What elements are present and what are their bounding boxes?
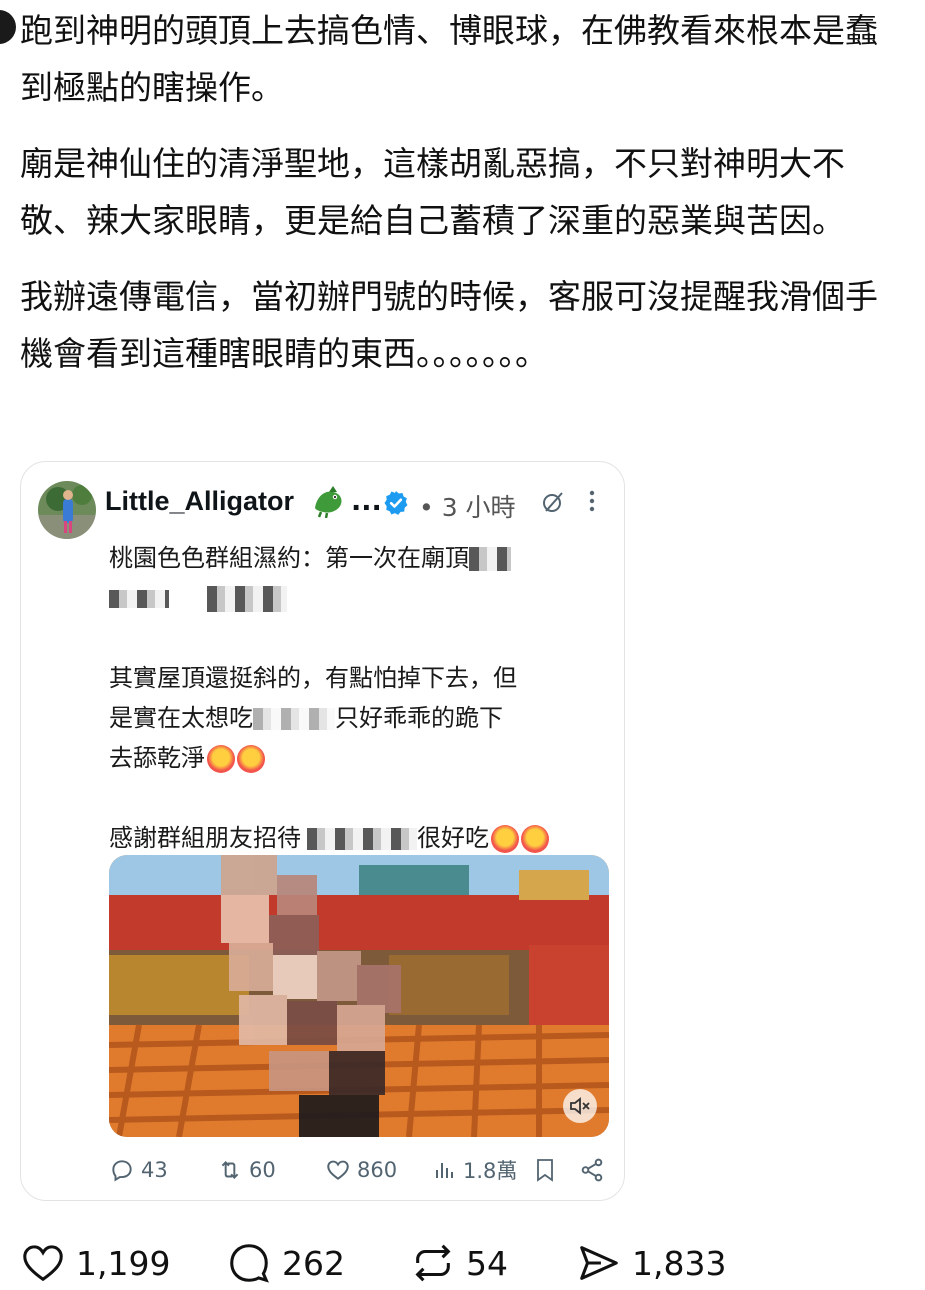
text-line-3a: 其實屋頂還挺斜的，有點怕掉下去，但: [109, 664, 517, 692]
text-line-3b: 是實在太想吃 只好乖乖的跪下: [109, 704, 503, 732]
embedded-post-text: 桃園色色群組濕約：第一次在廟頂 其實屋頂還挺斜的，有點怕掉下去，但 是實在太想吃…: [109, 538, 609, 858]
bookmark-action[interactable]: [533, 1152, 557, 1188]
censored-blur: [253, 708, 335, 730]
repost-icon: [415, 1244, 451, 1282]
share-count: 1,833: [632, 1243, 727, 1283]
hot-face-emoji-icon: [237, 745, 265, 773]
comment-button[interactable]: 262: [226, 1240, 345, 1286]
grok-icon[interactable]: [541, 490, 565, 514]
repost-action[interactable]: 60: [217, 1152, 276, 1188]
text-line-blank: [109, 618, 609, 658]
reply-action[interactable]: 43: [109, 1152, 168, 1188]
author-avatar-edge[interactable]: [0, 10, 16, 44]
share-action[interactable]: [579, 1152, 605, 1188]
censored-blur: [469, 547, 511, 571]
comment-count: 262: [282, 1243, 345, 1283]
video-media[interactable]: [109, 855, 609, 1137]
more-options-icon[interactable]: [587, 488, 597, 514]
text-line-1: 桃園色色群組濕約：第一次在廟頂: [109, 538, 609, 578]
hot-face-emoji-icon: [521, 825, 549, 853]
send-icon: [580, 1246, 618, 1280]
post-action-bar: 1,199 262 54 1,833: [20, 1240, 920, 1290]
post-paragraph-3: 我辦遠傳電信，當初辦門號的時候，客服可沒提醒我滑個手機會看到這種瞎眼睛的東西。。…: [20, 277, 878, 373]
like-button[interactable]: 1,199: [20, 1240, 170, 1286]
censored-blur: [307, 828, 417, 850]
hot-face-emoji-icon: [491, 825, 519, 853]
temple-roof-scene: [109, 855, 609, 1137]
text-line-blank-2: [109, 778, 609, 818]
like-count: 1,199: [76, 1243, 171, 1283]
repost-button[interactable]: 54: [410, 1240, 508, 1286]
like-action[interactable]: 860: [325, 1152, 397, 1188]
verified-badge-icon: [384, 491, 408, 515]
mute-button[interactable]: [563, 1089, 597, 1123]
reply-icon: [112, 1160, 132, 1182]
post-body: 跑到神明的頭頂上去搞色情、博眼球，在佛教看來根本是蠢到極點的瞎操作。 廟是神仙住…: [20, 2, 900, 401]
views-count: 1.8萬: [463, 1159, 518, 1183]
embedded-author-avatar[interactable]: [38, 481, 96, 539]
crocodile-emoji-icon: [315, 486, 342, 518]
share-button[interactable]: 1,833: [576, 1240, 726, 1286]
post-time: • 3 小時: [419, 493, 516, 522]
name-ellipsis: ...: [351, 486, 382, 517]
views-chart-icon: [436, 1163, 453, 1178]
censored-blur: [109, 590, 169, 608]
embedded-author-name[interactable]: Little_Alligator: [105, 486, 294, 517]
text-line-3c: 去舔乾淨: [109, 738, 609, 778]
text-line-2: [109, 578, 609, 618]
speaker-muted-icon: [570, 1097, 590, 1115]
post-paragraph-1: 跑到神明的頭頂上去搞色情、博眼球，在佛教看來根本是蠢到極點的瞎操作。: [20, 11, 878, 107]
heart-icon: [327, 1160, 349, 1180]
heart-icon: [23, 1245, 63, 1282]
embedded-action-bar: 43 60 860 1.8萬: [109, 1152, 609, 1188]
reply-count: 43: [141, 1158, 168, 1182]
bookmark-icon: [537, 1159, 553, 1182]
repost-count: 54: [466, 1243, 508, 1283]
share-icon: [581, 1158, 603, 1182]
hot-face-emoji-icon: [207, 745, 235, 773]
views-action[interactable]: 1.8萬: [433, 1152, 517, 1188]
repost-icon: [221, 1161, 239, 1179]
embedded-post-card[interactable]: Little_Alligator ... • 3 小時 桃園色色群組濕約：第一次…: [20, 461, 625, 1201]
comment-icon: [230, 1244, 269, 1283]
like-count: 860: [357, 1158, 398, 1182]
repost-count: 60: [249, 1158, 276, 1182]
post-paragraph-2: 廟是神仙住的清淨聖地，這樣胡亂惡搞，不只對神明大不敬、辣大家眼睛，更是給自己蓄積…: [20, 144, 845, 240]
text-line-4: 感謝群組朋友招待 很好吃: [109, 818, 609, 858]
censored-blur: [206, 586, 287, 612]
